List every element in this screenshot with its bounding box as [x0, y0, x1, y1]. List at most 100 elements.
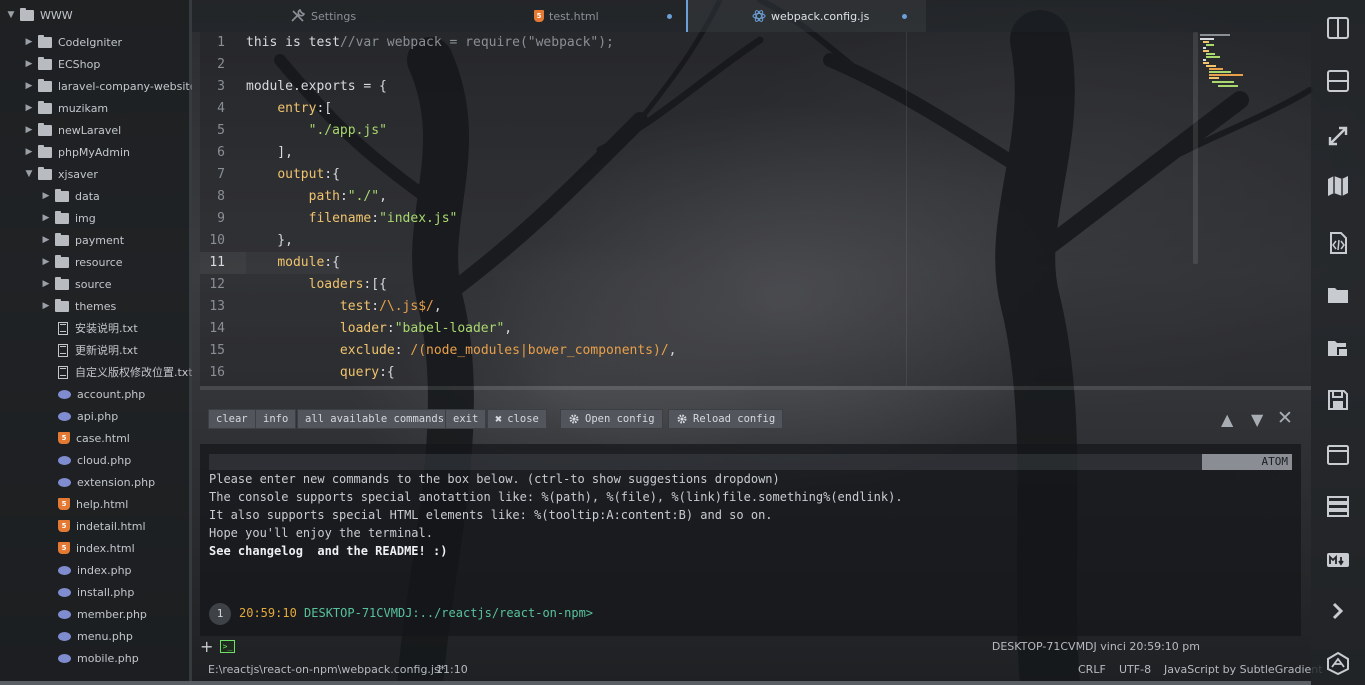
modified-dot-icon[interactable] [902, 14, 907, 19]
tree-item[interactable]: 自定义版权修改位置.txt [58, 361, 192, 383]
tree-item[interactable]: extension.php [58, 471, 155, 493]
tree-item[interactable]: ▶ ECShop [24, 53, 100, 75]
terminal-tab-icon[interactable]: >_ [220, 640, 235, 653]
code-line[interactable]: module:{ [246, 252, 340, 274]
tree-item[interactable]: ▶ source [41, 273, 112, 295]
all-commands-button[interactable]: all available commands [297, 409, 453, 429]
tree-item[interactable]: ▶ resource [41, 251, 123, 273]
triangle-up-icon[interactable]: ▲ [1221, 410, 1233, 429]
map-icon[interactable] [1326, 174, 1350, 198]
grammar[interactable]: JavaScript by SubtleGradient [1164, 663, 1323, 676]
chevron-right-icon[interactable] [1326, 599, 1350, 623]
code-token: output [277, 167, 325, 182]
terminal-output[interactable]: ATOM Terminal Please enter new commands … [200, 444, 1301, 636]
minimap[interactable] [1200, 32, 1260, 102]
readme-link[interactable]: and the README! :) [317, 544, 447, 558]
tree-item[interactable]: member.php [58, 603, 147, 625]
code-editor[interactable]: 1 2 3 4 5 6 7 8 9 10 11 12 13 14 15 16 this is test//va… [200, 32, 1311, 386]
tree-item[interactable]: ▶ payment [41, 229, 124, 251]
code-line[interactable]: filename:"index.js" [246, 208, 458, 230]
chevron-right-icon: ▶ [25, 37, 33, 47]
code-line[interactable]: this is test//var webpack = require("web… [246, 32, 614, 54]
code-token: "index.js" [379, 211, 458, 226]
code-line[interactable]: exclude: /(node_modules|bower_components… [246, 340, 677, 362]
tree-scrollbar[interactable] [189, 0, 192, 685]
tree-item[interactable]: account.php [58, 383, 145, 405]
terminal-resize-handle[interactable] [200, 386, 1311, 390]
editor-scrollbar[interactable] [1193, 32, 1198, 264]
split-vertical-icon[interactable] [1326, 16, 1350, 40]
code-line[interactable]: ], [246, 142, 293, 164]
window-icon[interactable] [1326, 443, 1350, 467]
tree-item[interactable]: index.php [58, 559, 132, 581]
tree-item[interactable]: ▶ muzikam [24, 97, 108, 119]
tab-settings[interactable]: Settings [290, 0, 500, 32]
code-line[interactable]: loader:"babel-loader", [246, 318, 512, 340]
code-line[interactable]: module.exports = { [246, 76, 387, 98]
tree-item[interactable]: 更新说明.txt [58, 339, 138, 361]
changelog-link[interactable]: See changelog [209, 544, 303, 558]
tree-item[interactable]: ▶ themes [41, 295, 116, 317]
tree-item[interactable]: install.php [58, 581, 134, 603]
chevron-right-icon: ▶ [42, 213, 50, 223]
tab-webpack-config[interactable]: webpack.config.js [688, 0, 926, 32]
exit-button[interactable]: exit [445, 409, 487, 429]
code-line[interactable]: loaders:[{ [246, 274, 387, 296]
tree-item[interactable]: ▶ laravel-company-website [24, 75, 192, 97]
code-token: query [339, 365, 380, 380]
markdown-icon[interactable] [1326, 548, 1350, 572]
terminal-prompt[interactable]: 20:59:10 DESKTOP-71CVMDJ:../reactjs/reac… [239, 606, 593, 620]
tree-item[interactable]: mobile.php [58, 647, 139, 669]
code-line[interactable]: "./app.js" [246, 120, 387, 142]
clear-button[interactable]: clear [208, 409, 256, 429]
tree-item[interactable]: cloud.php [58, 449, 131, 471]
code-token: exclude [339, 343, 395, 358]
close-panel-icon[interactable]: ✕ [1277, 407, 1293, 429]
code-line[interactable]: query:{ [246, 362, 395, 384]
folder-icon [38, 78, 52, 92]
code-line[interactable]: entry:[ [246, 98, 332, 120]
reload-config-button[interactable]: Reload config [668, 409, 784, 429]
code-line[interactable]: }, [246, 230, 293, 252]
tree-item[interactable]: ▶ CodeIgniter [24, 31, 122, 53]
folder-open-icon[interactable] [1326, 336, 1350, 360]
code-line[interactable]: output:{ [246, 164, 340, 186]
cursor-position[interactable]: 11:10 [436, 663, 468, 676]
tree-item[interactable]: ▼ xjsaver [24, 163, 98, 185]
triangle-down-icon[interactable]: ▼ [1251, 410, 1263, 429]
tree-item[interactable]: ▶ phpMyAdmin [24, 141, 130, 163]
line-ending[interactable]: CRLF [1078, 663, 1106, 676]
encoding[interactable]: UTF-8 [1119, 663, 1151, 676]
save-icon[interactable] [1326, 388, 1350, 412]
tree-item[interactable]: ▶ img [41, 207, 96, 229]
file-path[interactable]: E:\reactjs\react-on-npm\webpack.config.j… [208, 663, 445, 676]
tab-test-html[interactable]: 5 test.html [534, 0, 686, 32]
open-config-button[interactable]: Open config [560, 409, 663, 429]
list-icon[interactable] [1326, 494, 1350, 518]
tree-item[interactable]: 安装说明.txt [58, 317, 138, 339]
code-file-icon[interactable] [1326, 231, 1350, 255]
tree-item[interactable]: ▶ data [41, 185, 100, 207]
code-line[interactable]: path:"./", [246, 186, 387, 208]
tree-item[interactable]: 5 help.html [58, 493, 128, 515]
atom-logo-icon[interactable] [1326, 651, 1350, 676]
tree-root-www[interactable]: ▼ WWW [6, 4, 73, 26]
tree-item-label: newLaravel [58, 123, 122, 137]
tree-item[interactable]: ▶ newLaravel [24, 119, 121, 141]
fullscreen-icon[interactable] [1326, 124, 1350, 148]
tree-item[interactable]: api.php [58, 405, 118, 427]
info-button[interactable]: info [255, 409, 297, 429]
text-file-icon [58, 365, 68, 379]
split-horizontal-icon[interactable] [1326, 69, 1350, 93]
tree-item[interactable]: 5 indetail.html [58, 515, 146, 537]
tree-item[interactable]: menu.php [58, 625, 133, 647]
add-terminal-icon[interactable]: + [200, 637, 213, 656]
code-line[interactable]: test:/\.js$/, [246, 296, 442, 318]
modified-dot-icon[interactable] [667, 14, 672, 19]
close-button[interactable]: ✖ close [487, 409, 547, 429]
tree-item[interactable]: 5 index.html [58, 537, 135, 559]
folder-icon[interactable] [1326, 283, 1350, 307]
tab-label: Settings [311, 9, 357, 23]
tree-item[interactable]: 5 case.html [58, 427, 130, 449]
line-number: 6 [217, 145, 225, 160]
